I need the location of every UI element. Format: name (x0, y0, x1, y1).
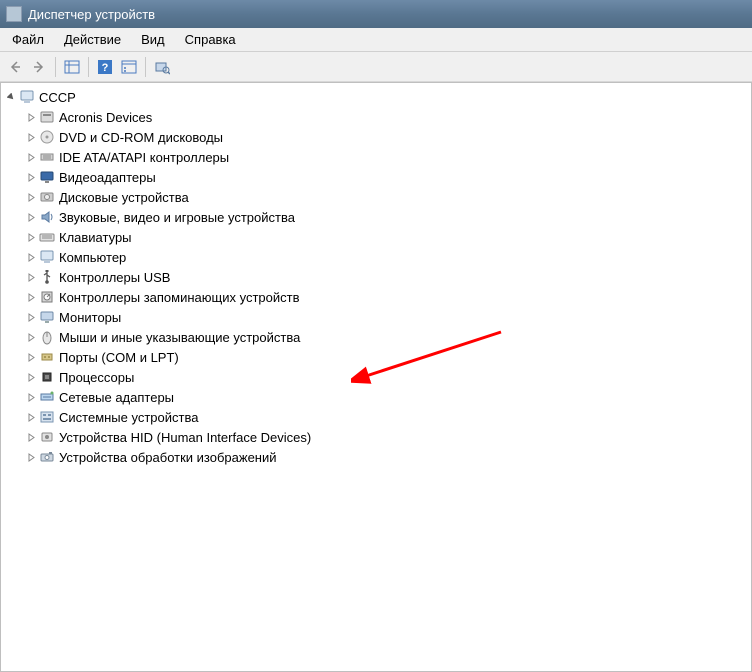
tree-node-label: Порты (COM и LPT) (59, 350, 185, 365)
expand-icon[interactable] (25, 111, 37, 123)
tree-node[interactable]: Acronis Devices (1, 107, 751, 127)
tree-node[interactable]: Устройства HID (Human Interface Devices) (1, 427, 751, 447)
tree-node-label: Компьютер (59, 250, 132, 265)
svg-text:?: ? (102, 62, 109, 74)
expand-icon[interactable] (25, 151, 37, 163)
tree-node[interactable]: Процессоры (1, 367, 751, 387)
tree-node[interactable]: Сетевые адаптеры (1, 387, 751, 407)
tree-node-label: Мониторы (59, 310, 127, 325)
toolbar-separator (55, 57, 56, 77)
expand-icon[interactable] (25, 331, 37, 343)
tree-node[interactable]: Системные устройства (1, 407, 751, 427)
expand-icon[interactable] (25, 291, 37, 303)
menu-view[interactable]: Вид (131, 29, 175, 50)
expand-icon[interactable] (25, 211, 37, 223)
menu-action[interactable]: Действие (54, 29, 131, 50)
display-icon (39, 169, 55, 185)
tree-node-label: Видеоадаптеры (59, 170, 162, 185)
keyboard-icon (39, 229, 55, 245)
storage-icon (39, 289, 55, 305)
tree-node-label: IDE ATA/ATAPI контроллеры (59, 150, 235, 165)
window-title: Диспетчер устройств (28, 7, 155, 22)
tree-node-label: Процессоры (59, 370, 140, 385)
port-icon (39, 349, 55, 365)
imaging-icon (39, 449, 55, 465)
titlebar: Диспетчер устройств (0, 0, 752, 28)
expand-icon[interactable] (25, 271, 37, 283)
tree-node[interactable]: Звуковые, видео и игровые устройства (1, 207, 751, 227)
back-button[interactable] (4, 56, 26, 78)
device-manager-window: Диспетчер устройств Файл Действие Вид Сп… (0, 0, 752, 672)
forward-button[interactable] (28, 56, 50, 78)
expand-icon[interactable] (25, 371, 37, 383)
expand-icon[interactable] (25, 351, 37, 363)
sound-icon (39, 209, 55, 225)
expand-icon[interactable] (25, 311, 37, 323)
tree-node[interactable]: Контроллеры USB (1, 267, 751, 287)
computer-icon (19, 89, 35, 105)
ide-icon (39, 149, 55, 165)
collapse-icon[interactable] (5, 91, 17, 103)
tree-node[interactable]: Клавиатуры (1, 227, 751, 247)
tree-node-label: Сетевые адаптеры (59, 390, 180, 405)
menubar: Файл Действие Вид Справка (0, 28, 752, 52)
mouse-icon (39, 329, 55, 345)
tree-root-label: CCCP (39, 90, 82, 105)
show-hidden-button[interactable] (61, 56, 83, 78)
expand-icon[interactable] (25, 251, 37, 263)
toolbar: ? (0, 52, 752, 82)
network-icon (39, 389, 55, 405)
disc-icon (39, 129, 55, 145)
expand-icon[interactable] (25, 191, 37, 203)
tree-node-label: Устройства обработки изображений (59, 450, 283, 465)
tree-node[interactable]: Контроллеры запоминающих устройств (1, 287, 751, 307)
tree-node-label: Контроллеры USB (59, 270, 176, 285)
tree-node[interactable]: DVD и CD-ROM дисководы (1, 127, 751, 147)
expand-icon[interactable] (25, 131, 37, 143)
tree-node-label: Контроллеры запоминающих устройств (59, 290, 305, 305)
expand-icon[interactable] (25, 451, 37, 463)
tree-node-label: Acronis Devices (59, 110, 158, 125)
tree-node-label: Звуковые, видео и игровые устройства (59, 210, 301, 225)
help-button[interactable]: ? (94, 56, 116, 78)
tree-node-label: Системные устройства (59, 410, 204, 425)
computer-icon (39, 249, 55, 265)
tree-node[interactable]: Видеоадаптеры (1, 167, 751, 187)
tree-node[interactable]: Мыши и иные указывающие устройства (1, 327, 751, 347)
tree-node-label: Мыши и иные указывающие устройства (59, 330, 306, 345)
scan-hardware-button[interactable] (151, 56, 173, 78)
tree-node-label: Устройства HID (Human Interface Devices) (59, 430, 317, 445)
cpu-icon (39, 369, 55, 385)
drive-icon (39, 189, 55, 205)
hid-icon (39, 429, 55, 445)
tree-node-label: Клавиатуры (59, 230, 138, 245)
usb-icon (39, 269, 55, 285)
toolbar-separator (145, 57, 146, 77)
system-icon (39, 409, 55, 425)
toolbar-separator (88, 57, 89, 77)
properties-button[interactable] (118, 56, 140, 78)
tree-node[interactable]: Устройства обработки изображений (1, 447, 751, 467)
expand-icon[interactable] (25, 231, 37, 243)
generic-icon (39, 109, 55, 125)
expand-icon[interactable] (25, 431, 37, 443)
tree-node[interactable]: Мониторы (1, 307, 751, 327)
app-icon (6, 6, 22, 22)
monitor-icon (39, 309, 55, 325)
tree-node[interactable]: Дисковые устройства (1, 187, 751, 207)
tree-node-label: Дисковые устройства (59, 190, 195, 205)
tree-node[interactable]: Компьютер (1, 247, 751, 267)
tree-node[interactable]: Порты (COM и LPT) (1, 347, 751, 367)
tree-node-label: DVD и CD-ROM дисководы (59, 130, 229, 145)
tree-root-row[interactable]: CCCP (1, 87, 751, 107)
expand-icon[interactable] (25, 411, 37, 423)
menu-help[interactable]: Справка (175, 29, 246, 50)
tree-node[interactable]: IDE ATA/ATAPI контроллеры (1, 147, 751, 167)
menu-file[interactable]: Файл (2, 29, 54, 50)
expand-icon[interactable] (25, 391, 37, 403)
device-tree[interactable]: CCCP Acronis Devices DVD и CD-ROM дисково… (0, 82, 752, 672)
expand-icon[interactable] (25, 171, 37, 183)
